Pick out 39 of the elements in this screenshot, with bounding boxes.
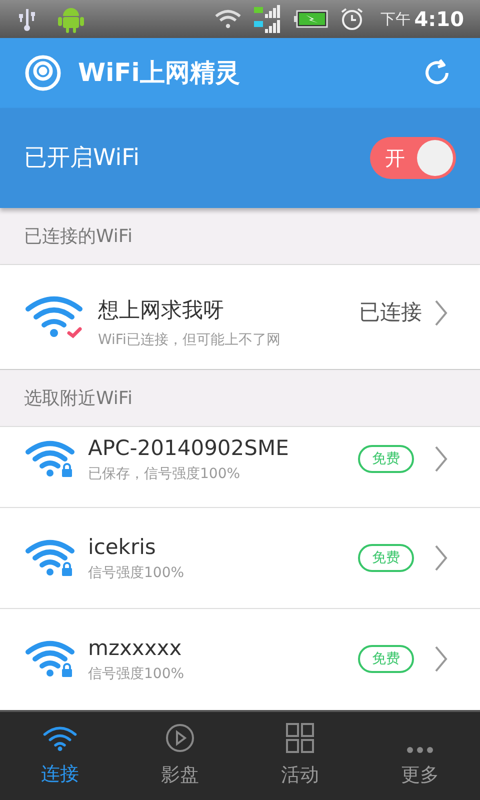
clock-time: 4:10 xyxy=(414,6,464,33)
wifi-signal-icon xyxy=(214,7,242,31)
nav-tab[interactable]: 活动 xyxy=(240,712,360,800)
network-name: APC-20140902SME xyxy=(88,434,289,462)
app-title: WiFi上网精灵 xyxy=(78,57,240,90)
nav-tab[interactable]: 更多 xyxy=(360,712,480,800)
cell-signal-icon xyxy=(254,5,282,33)
nav-tab[interactable]: 连接 xyxy=(0,712,120,800)
section-heading: 已连接的WiFi xyxy=(24,224,132,248)
free-tag: 免费 xyxy=(358,645,414,673)
grid-icon xyxy=(286,722,314,753)
network-info: 信号强度100% xyxy=(88,564,184,584)
android-icon xyxy=(58,5,84,33)
time-period: 下午 xyxy=(380,8,410,30)
connection-status: 已连接 xyxy=(359,299,422,326)
nav-tab[interactable]: 影盘 xyxy=(120,712,240,800)
network-name: mzxxxxx xyxy=(88,634,183,662)
network-name: 想上网求我呀 xyxy=(98,296,225,324)
network-info: 已保存，信号强度100% xyxy=(88,465,242,484)
network-status-note: WiFi已连接，但可能上不了网 xyxy=(98,331,280,350)
alarm-clock-icon xyxy=(340,7,364,31)
chevron-icon xyxy=(434,445,448,473)
network-info: 信号强度100% xyxy=(88,665,184,684)
connected-network-row[interactable]: 想上网求我呀 WiFi已连接，但可能上不了网 已连接 xyxy=(0,265,480,370)
section-heading: 选取附近WiFi xyxy=(24,386,132,410)
app-logo-icon xyxy=(24,54,62,92)
chevron-icon xyxy=(434,544,448,572)
battery-charging-icon xyxy=(294,10,328,28)
network-name: icekris xyxy=(88,534,157,561)
play-icon xyxy=(165,722,195,753)
wifi-icon xyxy=(42,724,78,752)
free-tag: 免费 xyxy=(358,445,414,473)
usb-icon xyxy=(16,6,38,32)
chevron-icon xyxy=(434,645,448,673)
free-tag: 免费 xyxy=(358,544,414,572)
more-icon xyxy=(405,746,435,753)
chevron-icon xyxy=(434,299,448,327)
wifi-toggle-label: 已开启WiFi xyxy=(24,144,140,173)
wifi-toggle-switch[interactable]: 开 xyxy=(370,137,456,179)
